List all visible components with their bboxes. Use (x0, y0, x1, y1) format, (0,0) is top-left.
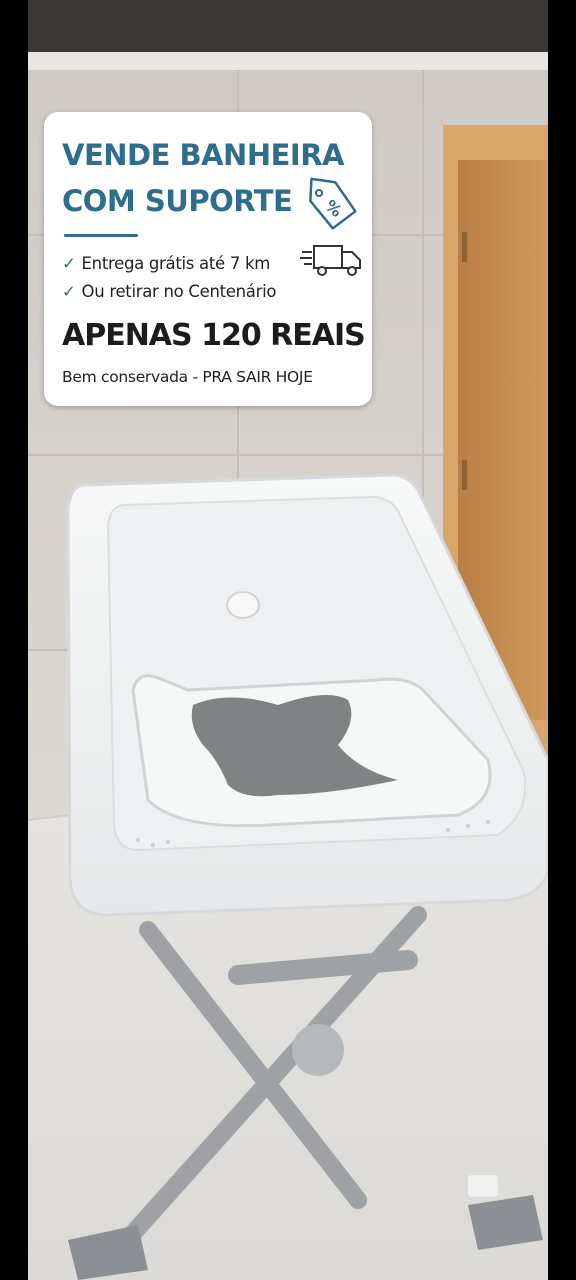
check-icon: ✓ (62, 254, 76, 273)
tub-drain (226, 591, 260, 619)
headline-line-2: COM SUPORTE (62, 184, 293, 218)
promo-card: VENDE BANHEIRA COM SUPORTE % ✓ Entrega gr… (44, 112, 372, 406)
bullet-free-delivery: ✓ Entrega grátis até 7 km (62, 254, 270, 273)
door-hinge (462, 460, 467, 490)
headline-underline (64, 234, 138, 237)
door-hinge (462, 232, 467, 262)
headline: VENDE BANHEIRA COM SUPORTE (62, 132, 344, 224)
bullet-pickup-text: Ou retirar no Centenário (81, 282, 277, 301)
stand-cap (468, 1175, 498, 1197)
bullet-pickup: ✓ Ou retirar no Centenário (62, 282, 276, 301)
bullet-free-delivery-text: Entrega grátis até 7 km (81, 254, 271, 273)
stand-joint (292, 1024, 344, 1076)
ceiling-shadow (28, 0, 548, 52)
delivery-truck-icon (300, 245, 361, 276)
price-text: APENAS 120 REAIS (62, 318, 366, 353)
price-tag-percent-icon: % (309, 177, 357, 230)
headline-line-1: VENDE BANHEIRA (62, 138, 344, 172)
condition-note: Bem conservada - PRA SAIR HOJE (62, 368, 313, 386)
check-icon: ✓ (62, 282, 76, 301)
